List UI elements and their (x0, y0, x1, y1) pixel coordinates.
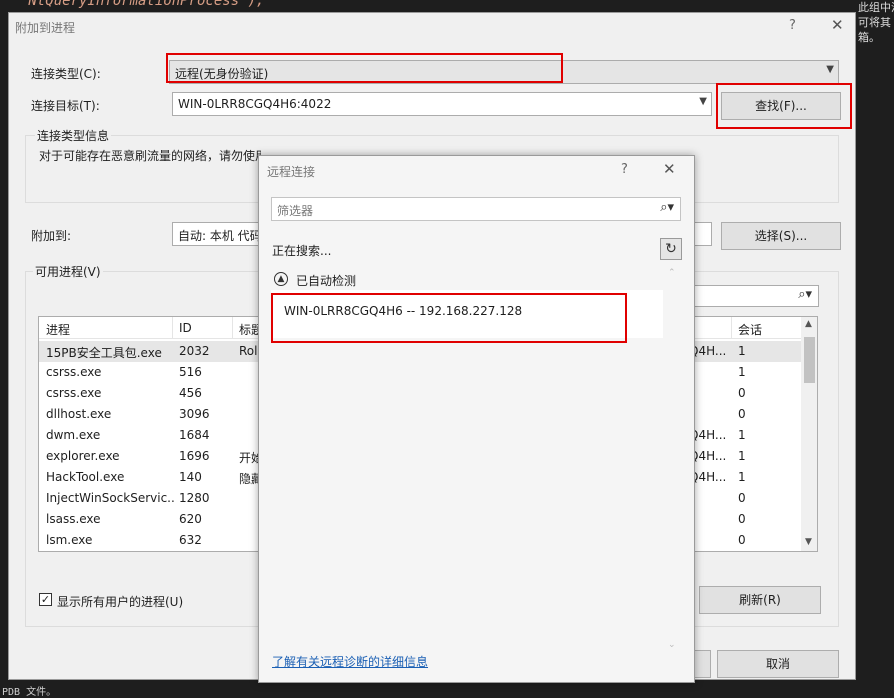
attach-to-label: 附加到: (31, 229, 72, 243)
column-header-session[interactable]: 会话 (738, 321, 762, 338)
process-name: csrss.exe (46, 365, 102, 379)
process-title: Rol (239, 344, 258, 358)
info-text: 对于可能存在恶意刷流量的网络，请勿使用“远程(无身份验证)”连接，请尽可能使用“… (39, 149, 261, 163)
connection-type-label: 连接类型(C): (31, 67, 101, 81)
chevron-up-icon[interactable]: ▲ (274, 272, 288, 286)
ide-right-panel (856, 0, 894, 698)
process-session: 0 (738, 407, 746, 421)
attach-to-value: 自动: 本机 代码 (178, 229, 262, 243)
scroll-up-icon[interactable]: ⌃ (668, 268, 676, 278)
process-session: 1 (738, 470, 746, 484)
process-name: lsass.exe (46, 512, 101, 526)
table-scrollbar[interactable]: ▲ ▼ (801, 317, 817, 551)
scroll-thumb[interactable] (804, 337, 815, 383)
column-separator (232, 317, 233, 339)
process-id: 632 (179, 533, 202, 547)
process-id: 3096 (179, 407, 210, 421)
process-session: 0 (738, 491, 746, 505)
process-name: explorer.exe (46, 449, 120, 463)
help-icon[interactable]: ? (789, 18, 796, 33)
ide-code-line: "NtQueryInformationProcess"); (20, 0, 265, 9)
process-session: 1 (738, 344, 746, 358)
process-name: dwm.exe (46, 428, 101, 442)
highlight-find-button (716, 83, 852, 129)
process-name: InjectWinSockServic... (46, 491, 174, 505)
cancel-button[interactable]: 取消 (717, 650, 839, 678)
process-id: 1280 (179, 491, 210, 505)
process-name: lsm.exe (46, 533, 93, 547)
remote-connection-dialog: 远程连接 ? ✕ 筛选器 ⌕▾ 正在搜索... ↻ ▲ 已自动检测 WIN-0L… (258, 155, 695, 683)
process-id: 1684 (179, 428, 210, 442)
chevron-down-icon: ▼ (826, 64, 834, 75)
ide-output-text: PDB 文件。 (2, 687, 57, 698)
column-header-process[interactable]: 进程 (46, 321, 70, 338)
process-id: 140 (179, 470, 202, 484)
column-header-id[interactable]: ID (179, 321, 192, 335)
process-name: csrss.exe (46, 386, 102, 400)
process-session: 1 (738, 365, 746, 379)
connection-target-combo[interactable]: WIN-0LRR8CGQ4H6:4022 ▼ (172, 92, 712, 116)
show-all-users-checkbox[interactable]: ✓ (39, 593, 52, 606)
auto-detected-label[interactable]: 已自动检测 (296, 272, 356, 289)
process-session: 0 (738, 512, 746, 526)
scroll-down-icon[interactable]: ▼ (805, 537, 812, 547)
chevron-down-icon: ▼ (699, 96, 707, 107)
show-all-users-label: 显示所有用户的进程(U) (57, 595, 184, 609)
connection-target-value: WIN-0LRR8CGQ4H6:4022 (178, 97, 332, 111)
search-icon: ⌕▾ (660, 200, 674, 215)
remote-dialog-title: 远程连接 (267, 165, 316, 179)
connection-target-label: 连接目标(T): (31, 99, 100, 113)
refresh-button[interactable]: 刷新(R) (699, 586, 821, 614)
dialog-title: 附加到进程 (15, 21, 76, 35)
refresh-icon[interactable]: ↻ (660, 238, 682, 260)
info-group-label: 连接类型信息 (35, 127, 112, 144)
highlight-connection-type (166, 53, 563, 83)
process-id: 1696 (179, 449, 210, 463)
scroll-up-icon[interactable]: ▲ (805, 319, 812, 329)
process-id: 516 (179, 365, 202, 379)
process-session: 1 (738, 428, 746, 442)
process-id: 620 (179, 512, 202, 526)
available-processes-label: 可用进程(V) (33, 263, 103, 280)
column-separator (172, 317, 173, 339)
ide-right-text: 此组中没有可用的扩 可将其 箱。 (858, 1, 894, 44)
process-id: 2032 (179, 344, 210, 358)
details-link[interactable]: 了解有关远程诊断的详细信息 (272, 653, 428, 670)
close-icon[interactable]: ✕ (663, 160, 676, 178)
process-name: dllhost.exe (46, 407, 112, 421)
process-session: 1 (738, 449, 746, 463)
remote-filter-input[interactable]: 筛选器 ⌕▾ (271, 197, 681, 221)
select-button[interactable]: 选择(S)... (721, 222, 841, 250)
process-name: HackTool.exe (46, 470, 125, 484)
help-icon[interactable]: ? (621, 162, 628, 177)
process-session: 0 (738, 386, 746, 400)
search-icon: ⌕▾ (798, 287, 812, 302)
column-separator (731, 317, 732, 339)
process-name: 15PB安全工具包.exe (46, 346, 162, 360)
process-id: 456 (179, 386, 202, 400)
process-session: 0 (738, 533, 746, 547)
ide-left-gutter (0, 12, 8, 698)
scroll-down-icon[interactable]: ⌄ (668, 640, 676, 650)
close-icon[interactable]: ✕ (831, 16, 844, 34)
searching-status: 正在搜索... (272, 244, 332, 258)
highlight-host-entry (271, 293, 627, 343)
filter-placeholder: 筛选器 (277, 204, 314, 218)
process-filter-input[interactable]: ⌕▾ (691, 285, 819, 307)
